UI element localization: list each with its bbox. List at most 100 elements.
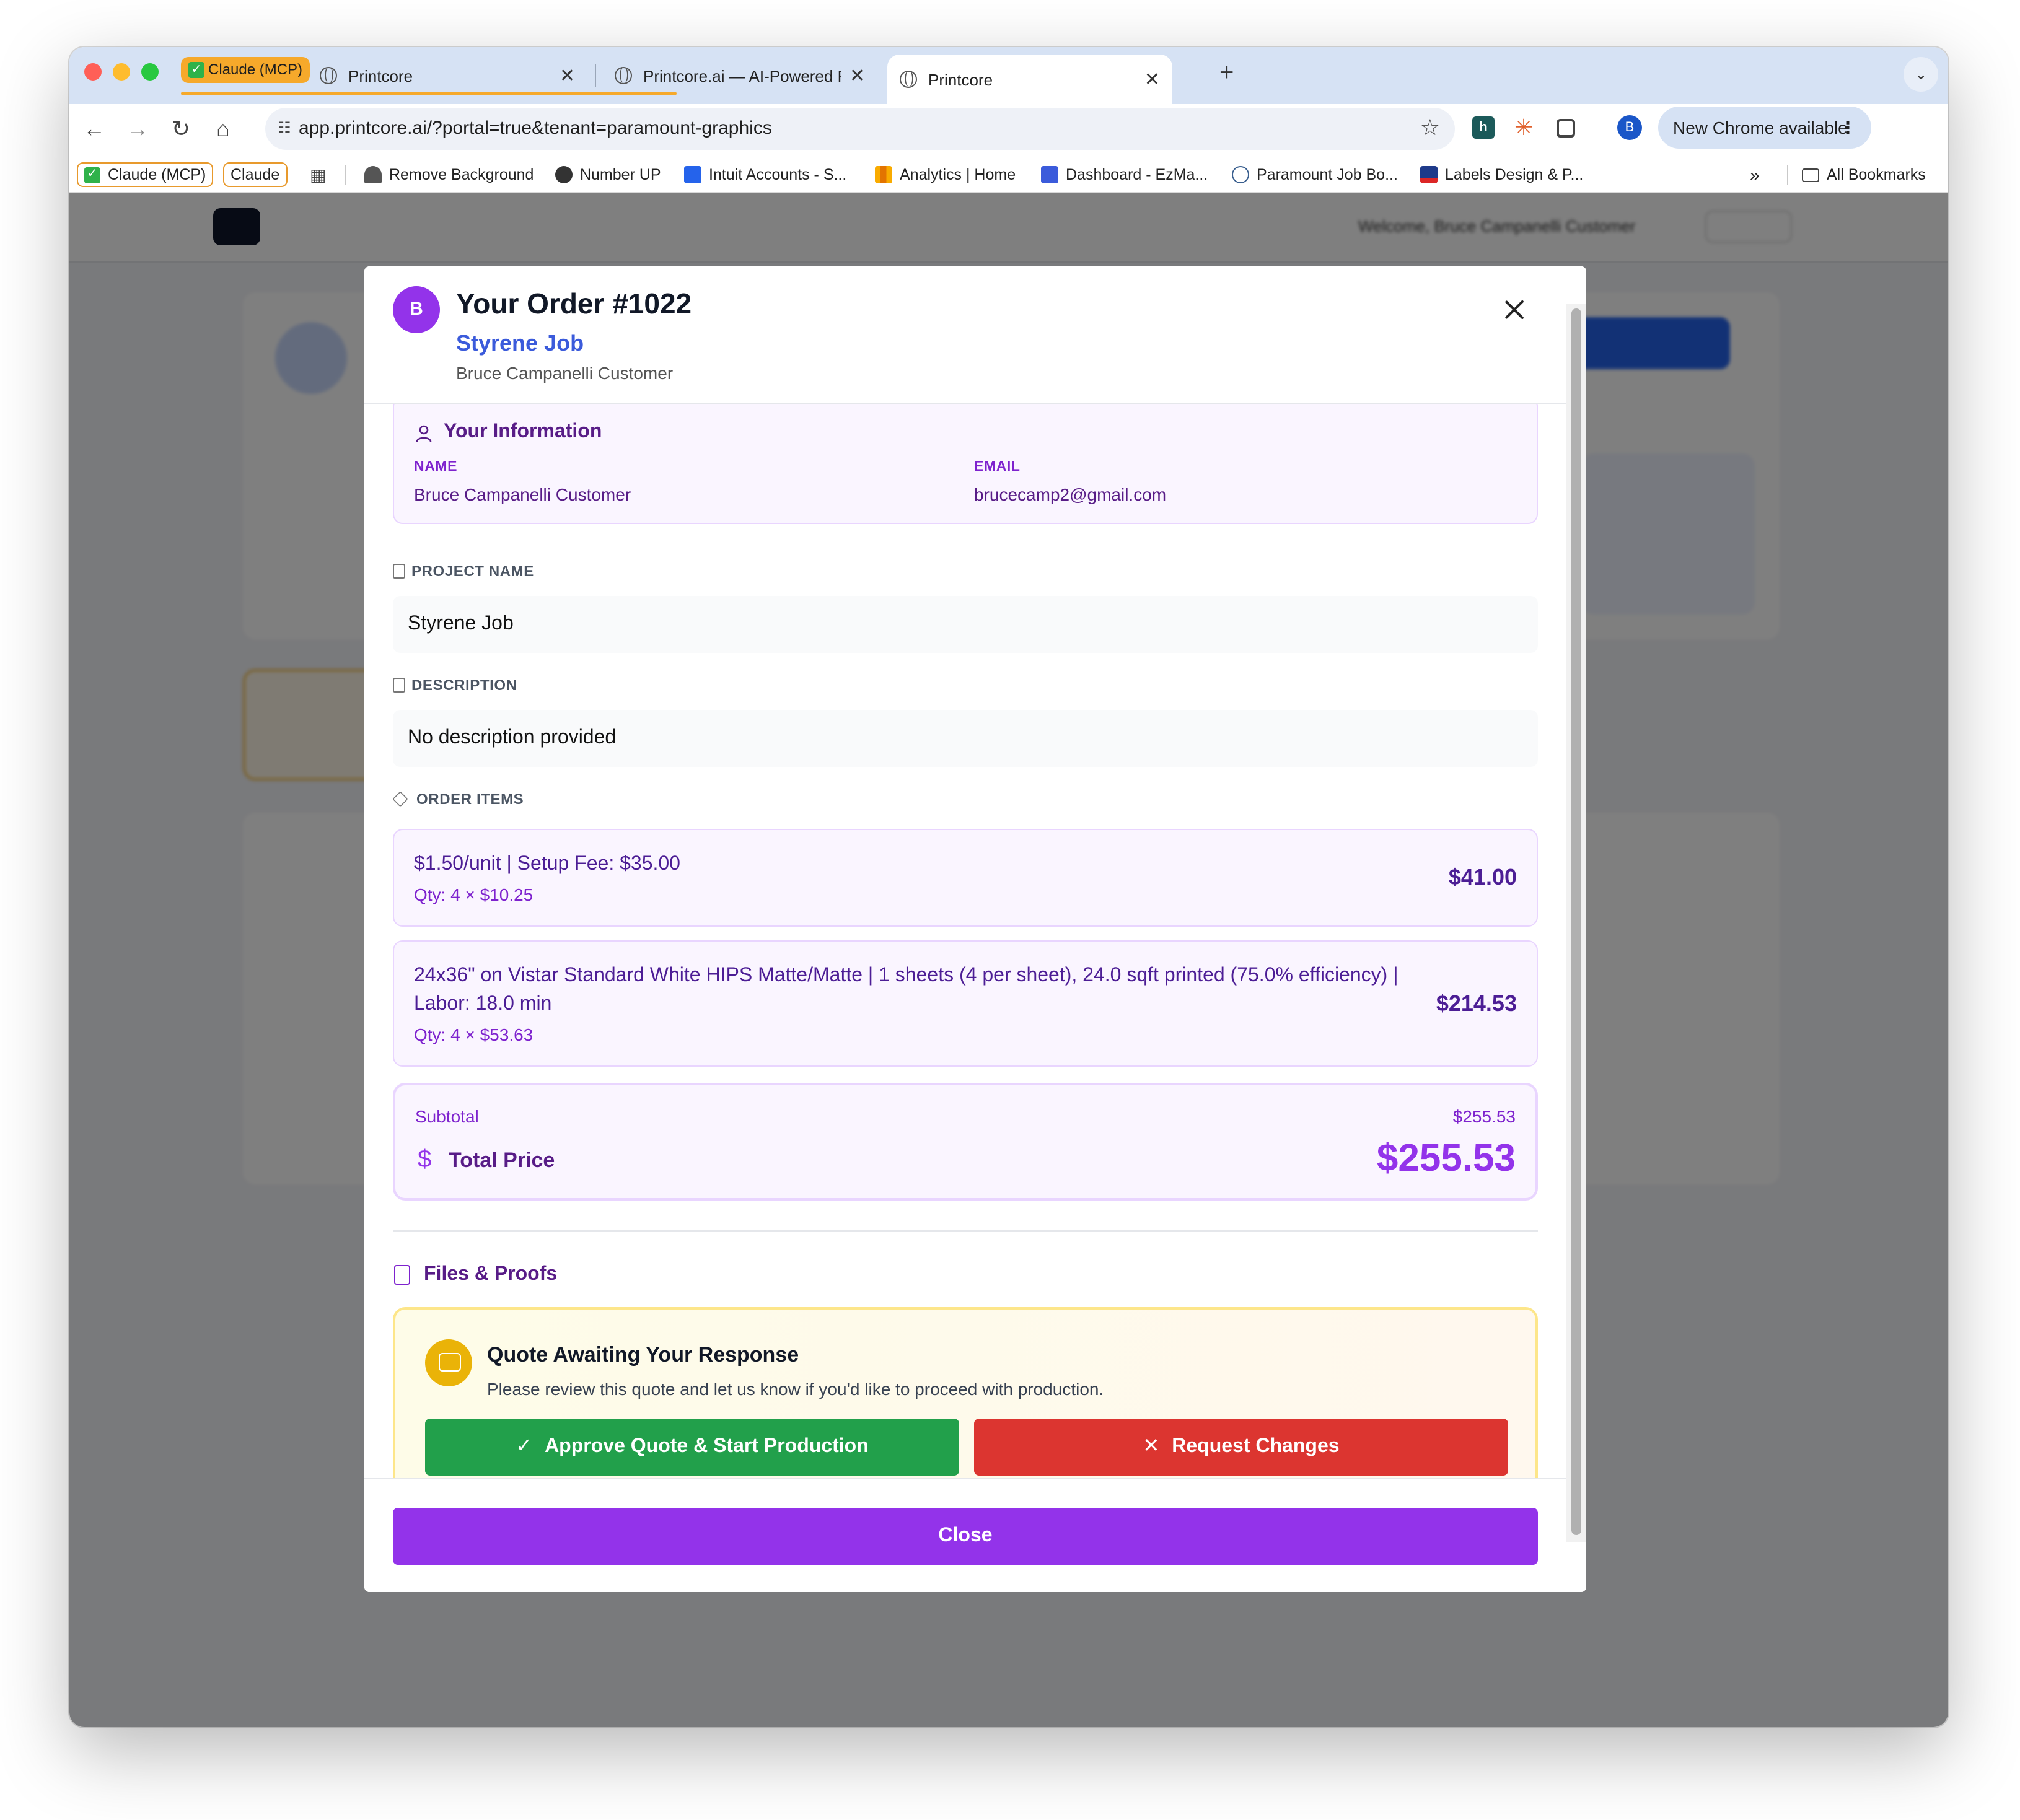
item-description: 24x36" on Vistar Standard White HIPS Mat…: [414, 965, 1399, 1015]
browser-window: ✓ Claude (MCP) Printcore ✕ Printcore.ai …: [69, 47, 1948, 1727]
bookmark-paramount-job-board[interactable]: Paramount Job Bo...: [1232, 162, 1398, 187]
total-price-card: Subtotal $255.53 $ Total Price $255.53: [393, 1083, 1538, 1201]
bookmark-label: Intuit Accounts - S...: [709, 166, 847, 183]
wordpress-icon: [1232, 166, 1249, 183]
bookmark-label: Claude (MCP): [108, 165, 206, 183]
bookmark-separator: [345, 165, 346, 185]
close-window-button[interactable]: [84, 63, 102, 81]
globe-icon: [900, 71, 917, 88]
close-tab-icon[interactable]: ✕: [850, 64, 865, 87]
bookmark-intuit-accounts[interactable]: Intuit Accounts - S...: [684, 162, 846, 187]
kebab-menu-icon[interactable]: ⋮: [1839, 107, 1856, 149]
approve-quote-button[interactable]: ✓ Approve Quote & Start Production: [425, 1419, 959, 1476]
request-changes-button[interactable]: ✕ Request Changes: [974, 1419, 1508, 1476]
customer-avatar-badge: B: [393, 286, 440, 333]
bookmark-analytics-home[interactable]: Analytics | Home: [875, 162, 1016, 187]
new-chrome-available-button[interactable]: New Chrome available ⋮: [1658, 107, 1871, 149]
url-text: app.printcore.ai/?portal=true&tenant=par…: [299, 118, 772, 139]
file-icon: [394, 1265, 410, 1285]
message-icon: [425, 1339, 472, 1386]
dollar-icon: $: [418, 1146, 432, 1173]
your-information-heading: Your Information: [444, 421, 602, 442]
bookmark-labels-design[interactable]: Labels Design & P...: [1420, 162, 1583, 187]
back-icon[interactable]: ←: [79, 114, 109, 144]
bookmark-star-icon[interactable]: ☆: [1420, 115, 1440, 141]
check-icon: ✓: [188, 62, 204, 78]
close-tab-icon[interactable]: ✕: [560, 64, 575, 87]
apps-grid-icon[interactable]: ▦: [310, 162, 326, 187]
description-label: DESCRIPTION: [411, 676, 517, 694]
all-bookmarks[interactable]: All Bookmarks: [1802, 162, 1926, 187]
new-tab-icon[interactable]: +: [1219, 59, 1234, 88]
extension-h-icon[interactable]: h: [1472, 116, 1495, 139]
order-item: $1.50/unit | Setup Fee: $35.00 Qty: 4 × …: [393, 829, 1538, 927]
project-name-field: Styrene Job: [393, 596, 1538, 653]
tab-printcore-ai[interactable]: Printcore.ai — AI-Powered Pr ✕: [602, 55, 877, 97]
extensions-puzzle-icon[interactable]: [1557, 119, 1575, 138]
name-value: Bruce Campanelli Customer: [414, 484, 631, 504]
browser-toolbar: ← → ↻ ⌂ ☷ app.printcore.ai/?portal=true&…: [69, 104, 1948, 154]
bookmark-label: Analytics | Home: [900, 166, 1016, 183]
quote-awaiting-response-card: Quote Awaiting Your Response Please revi…: [393, 1307, 1538, 1478]
description-field: No description provided: [393, 710, 1538, 767]
forward-icon[interactable]: →: [123, 114, 152, 144]
project-name-label: PROJECT NAME: [411, 562, 534, 580]
email-label: EMAIL: [974, 460, 1021, 475]
total-price-label: Total Price: [449, 1148, 555, 1172]
bookmark-separator: [1787, 165, 1788, 185]
page-viewport: Welcome, Bruce Campanelli Customer B You…: [69, 193, 1948, 1727]
globe-icon: [615, 67, 632, 84]
your-information-card: Your Information NAME Bruce Campanelli C…: [393, 404, 1538, 524]
tab-group-chip[interactable]: ✓ Claude (MCP): [181, 57, 310, 83]
tab-printcore-active[interactable]: Printcore ✕: [887, 55, 1172, 104]
remove-bg-icon: [364, 166, 382, 183]
maximize-window-button[interactable]: [141, 63, 159, 81]
order-modal: B Your Order #1022 Styrene Job Bruce Cam…: [364, 266, 1586, 1592]
item-price: $41.00: [1448, 865, 1517, 890]
subtotal-label: Subtotal: [415, 1106, 479, 1126]
close-tab-icon[interactable]: ✕: [1144, 68, 1160, 90]
bookmark-label: Dashboard - EzMa...: [1066, 166, 1208, 183]
section-divider: [393, 1230, 1538, 1232]
close-button[interactable]: Close: [393, 1508, 1538, 1565]
bookmark-label: Claude: [231, 165, 280, 183]
dashboard-icon: [1041, 166, 1058, 183]
number-up-icon: [555, 166, 573, 183]
bookmark-dashboard-ezma[interactable]: Dashboard - EzMa...: [1041, 162, 1208, 187]
bookmarks-bar: ✓ Claude (MCP) Claude ▦ Remove Backgroun…: [69, 154, 1948, 193]
bookmark-claude-mcp[interactable]: ✓ Claude (MCP): [77, 162, 214, 187]
order-title: Your Order #1022: [456, 287, 692, 320]
bookmark-number-up[interactable]: Number UP: [555, 162, 661, 187]
tab-strip: ✓ Claude (MCP) Printcore ✕ Printcore.ai …: [69, 47, 1948, 104]
minimize-window-button[interactable]: [113, 63, 130, 81]
claude-extension-icon[interactable]: ✳: [1514, 116, 1537, 139]
tab-printcore-1[interactable]: Printcore ✕: [307, 55, 587, 97]
labels-icon: [1420, 166, 1438, 183]
all-bookmarks-label: All Bookmarks: [1827, 166, 1926, 183]
reload-icon[interactable]: ↻: [166, 114, 196, 144]
bookmark-label: Paramount Job Bo...: [1257, 166, 1398, 183]
modal-scrollbar-thumb[interactable]: [1571, 308, 1581, 1535]
more-bookmarks-icon[interactable]: »: [1750, 162, 1760, 187]
package-icon: [392, 791, 408, 807]
x-icon: ✕: [1143, 1436, 1160, 1457]
site-settings-icon[interactable]: ☷: [278, 119, 297, 139]
address-bar[interactable]: ☷ app.printcore.ai/?portal=true&tenant=p…: [265, 108, 1455, 150]
bookmark-claude[interactable]: Claude: [223, 162, 288, 187]
order-items-label: ORDER ITEMS: [416, 790, 524, 808]
modal-footer: Close: [364, 1478, 1566, 1592]
home-icon[interactable]: ⌂: [208, 114, 238, 144]
name-label: NAME: [414, 460, 458, 475]
tab-title: Printcore: [348, 66, 413, 85]
approve-label: Approve Quote & Start Production: [545, 1436, 869, 1457]
item-description: $1.50/unit | Setup Fee: $35.00: [414, 854, 680, 875]
modal-header: B Your Order #1022 Styrene Job Bruce Cam…: [364, 266, 1586, 404]
order-item: 24x36" on Vistar Standard White HIPS Mat…: [393, 940, 1538, 1067]
check-icon: ✓: [84, 167, 100, 183]
profile-avatar[interactable]: B: [1617, 115, 1642, 140]
bookmark-remove-background[interactable]: Remove Background: [364, 162, 534, 187]
folder-icon: [1802, 168, 1819, 182]
request-changes-label: Request Changes: [1172, 1436, 1340, 1457]
tab-search-icon[interactable]: ⌄: [1904, 57, 1938, 92]
close-modal-icon[interactable]: [1498, 294, 1530, 326]
